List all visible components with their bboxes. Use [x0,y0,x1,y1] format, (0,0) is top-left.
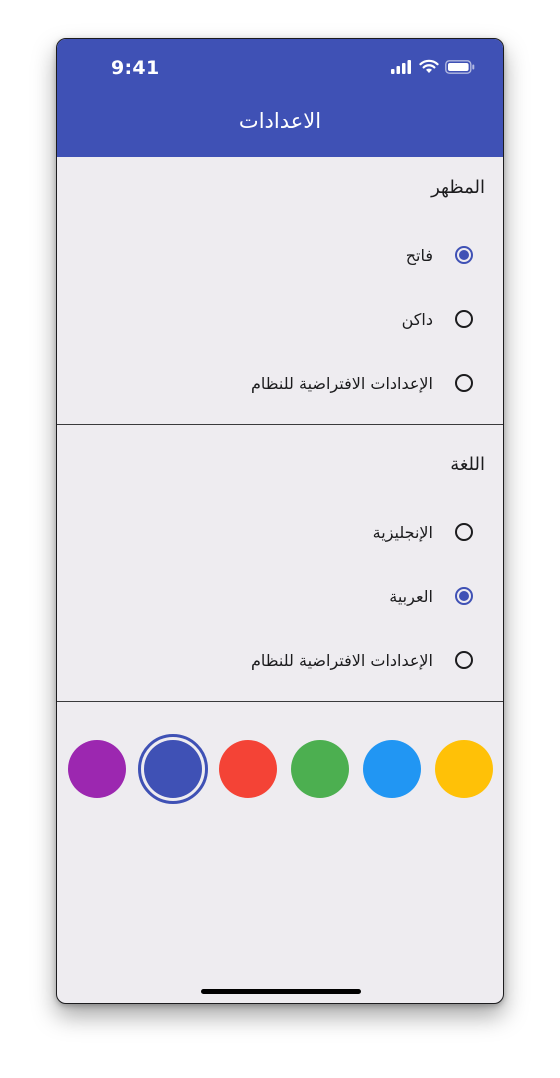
color-swatch-amber[interactable] [435,740,493,798]
language-option-label: الإنجليزية [372,522,433,542]
appearance-option-label: فاتح [405,245,433,265]
cellular-signal-icon [391,59,413,78]
battery-icon [445,59,475,78]
appearance-option-light[interactable]: فاتح [406,240,473,270]
appearance-option-system[interactable]: الإعدادات الافتراضية للنظام [251,368,473,398]
color-swatch-indigo[interactable] [144,740,202,798]
home-indicator[interactable] [201,989,361,994]
language-option-arabic[interactable]: العربية [389,581,473,611]
status-icons [391,59,475,78]
color-swatch-green[interactable] [291,740,349,798]
color-swatch-red[interactable] [219,740,277,798]
color-swatch-purple[interactable] [68,740,126,798]
phone-screen: 9:41 الاعدادات المظهر فاتح داكن الإعدادا… [56,38,504,1004]
radio-english[interactable] [455,523,473,541]
appearance-option-label: داكن [401,309,433,329]
radio-system-appearance[interactable] [455,374,473,392]
wifi-icon [419,59,439,78]
language-option-label: العربية [389,586,433,606]
section-divider [57,424,503,425]
language-option-system[interactable]: الإعدادات الافتراضية للنظام [251,645,473,675]
language-option-english[interactable]: الإنجليزية [373,517,473,547]
appearance-option-dark[interactable]: داكن [402,304,473,334]
appearance-option-label: الإعدادات الافتراضية للنظام [251,373,433,393]
section-divider [57,701,503,702]
status-time: 9:41 [111,57,160,79]
appearance-title: المظهر [431,177,485,198]
radio-dark[interactable] [455,310,473,328]
page-title: الاعدادات [238,109,322,133]
app-bar: 9:41 الاعدادات [57,39,503,157]
radio-system-language[interactable] [455,651,473,669]
language-option-label: الإعدادات الافتراضية للنظام [251,650,433,670]
language-title: اللغة [450,454,485,475]
color-swatch-blue[interactable] [363,740,421,798]
radio-arabic[interactable] [455,587,473,605]
radio-light[interactable] [455,246,473,264]
